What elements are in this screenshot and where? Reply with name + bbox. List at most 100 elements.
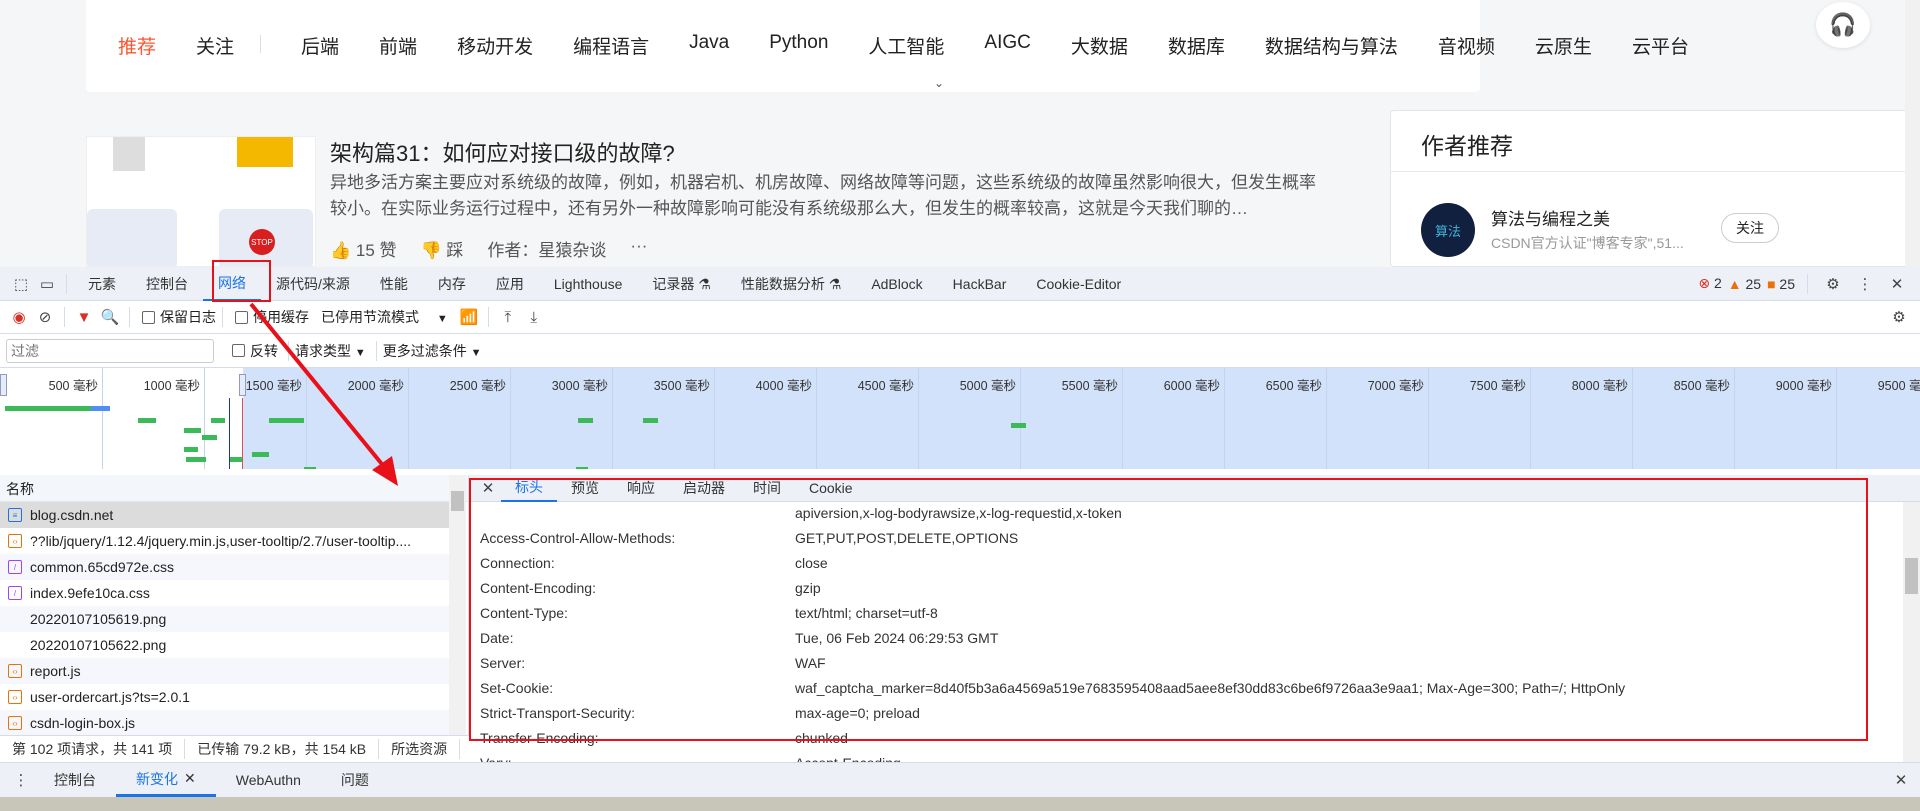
detail-tab-3[interactable]: 启动器	[669, 475, 739, 502]
avatar[interactable]: 算法	[1421, 203, 1475, 257]
tab-4[interactable]: 性能	[365, 267, 423, 301]
nav-item[interactable]: AIGC	[984, 32, 1030, 59]
dislike-button[interactable]: 👎 踩	[421, 236, 464, 261]
detail-scrollbar[interactable]	[1903, 502, 1920, 762]
nav-item[interactable]: 数据库	[1168, 32, 1225, 59]
invert-checkbox[interactable]	[232, 344, 245, 357]
customer-service-icon[interactable]: 🎧	[1816, 2, 1870, 48]
nav-item[interactable]: 云原生	[1535, 32, 1592, 59]
article-author[interactable]: 作者：星猿杂谈	[487, 236, 606, 261]
clear-icon[interactable]: ⊘	[32, 308, 58, 326]
detail-tab-5[interactable]: Cookie	[795, 475, 867, 502]
tab-5[interactable]: 内存	[423, 267, 481, 301]
search-icon[interactable]: 🔍	[97, 308, 123, 326]
throttle-select[interactable]: 已停用节流模式 ▼	[321, 307, 448, 327]
filter-icon[interactable]: ▼	[71, 309, 97, 326]
request-row[interactable]: 20220107105622.png	[0, 632, 450, 658]
nav-item[interactable]: 后端	[301, 32, 339, 59]
nav-item[interactable]: 推荐	[118, 32, 156, 59]
tab-8[interactable]: 记录器 ⚗	[637, 267, 725, 301]
tab-10[interactable]: AdBlock	[856, 267, 937, 301]
close-tab-icon[interactable]: ✕	[184, 770, 196, 787]
nav-item[interactable]: Java	[689, 32, 729, 59]
nav-item[interactable]: 关注	[196, 32, 234, 59]
request-row[interactable]: ‹› csdn-login-box.js	[0, 710, 450, 736]
author-description: CSDN官方认证"博客专家",51...	[1491, 235, 1684, 251]
filter-input[interactable]	[6, 338, 214, 363]
nav-item[interactable]: Python	[769, 32, 828, 59]
article-thumbnail[interactable]: STOP	[86, 136, 316, 267]
article-title[interactable]: 架构篇31：如何应对接口级的故障?	[330, 136, 675, 168]
divider	[487, 307, 489, 327]
error-count[interactable]: ⊗ 2	[1698, 275, 1721, 292]
request-row[interactable]: / common.65cd972e.css	[0, 554, 450, 580]
author-name[interactable]: 算法与编程之美	[1491, 205, 1610, 230]
warning-count[interactable]: ▲ 25	[1728, 276, 1761, 292]
drawer-tab-3[interactable]: 问题	[321, 764, 389, 797]
nav-item[interactable]: 大数据	[1071, 32, 1128, 59]
close-icon[interactable]: ✕	[1884, 275, 1910, 293]
divider	[260, 35, 262, 53]
request-row[interactable]: ‹› user-ordercart.js?ts=2.0.1	[0, 684, 450, 710]
more-filters-dropdown[interactable]: 更多过滤条件 ▼	[383, 341, 482, 361]
network-conditions-icon[interactable]: 📶	[456, 308, 482, 326]
article-card[interactable]: STOP 架构篇31：如何应对接口级的故障? 异地多活方案主要应对系统级的故障，…	[86, 116, 1336, 267]
settings-gear-icon[interactable]: ⚙	[1820, 275, 1846, 293]
nav-item[interactable]: 云平台	[1632, 32, 1689, 59]
detail-tab-0[interactable]: 标头	[501, 475, 557, 502]
export-har-icon[interactable]: ⤓	[521, 309, 547, 326]
tab-7[interactable]: Lighthouse	[539, 267, 638, 301]
detail-tab-2[interactable]: 响应	[613, 475, 669, 502]
tab-0[interactable]: 元素	[73, 267, 131, 301]
tab-3[interactable]: 源代码/来源	[261, 267, 365, 301]
more-vertical-icon[interactable]: ⋮	[1852, 275, 1878, 293]
drawer-tab-2[interactable]: WebAuthn	[216, 764, 321, 797]
issue-count[interactable]: ■ 25	[1767, 276, 1795, 292]
follow-button[interactable]: 关注	[1721, 213, 1779, 243]
detail-tab-1[interactable]: 预览	[557, 475, 613, 502]
request-row[interactable]: ‹› ??lib/jquery/1.12.4/jquery.min.js,user…	[0, 528, 450, 554]
timeline-tick-label: 7500 毫秒	[1469, 379, 1526, 393]
drawer-tab-1[interactable]: 新变化 ✕	[116, 764, 216, 797]
request-name: 20220107105622.png	[30, 637, 167, 653]
request-row[interactable]: 20220107105619.png	[0, 606, 450, 632]
close-drawer-icon[interactable]: ✕	[1888, 771, 1914, 789]
request-list-scrollbar[interactable]	[449, 475, 466, 735]
timeline-tick-label: 3000 毫秒	[551, 379, 608, 393]
nav-item[interactable]: 编程语言	[573, 32, 649, 59]
tab-11[interactable]: HackBar	[938, 267, 1022, 301]
disable-cache-checkbox[interactable]	[235, 310, 248, 324]
request-row[interactable]: ≡ blog.csdn.net	[0, 502, 450, 528]
device-toolbar-icon[interactable]: ▭	[34, 275, 60, 293]
request-row[interactable]: ‹› report.js	[0, 658, 450, 684]
tab-12[interactable]: Cookie-Editor	[1021, 267, 1136, 301]
drawer-tab-label: 问题	[340, 772, 369, 788]
network-settings-icon[interactable]: ⚙	[1886, 308, 1912, 326]
drawer-tab-0[interactable]: 控制台	[34, 764, 116, 797]
nav-item[interactable]: 移动开发	[457, 32, 533, 59]
nav-item[interactable]: 人工智能	[868, 32, 944, 59]
tab-9[interactable]: 性能数据分析 ⚗	[726, 267, 856, 301]
close-detail-icon[interactable]: ✕	[475, 479, 501, 497]
page-scrollbar[interactable]	[1905, 0, 1920, 267]
like-button[interactable]: 👍 15 赞	[330, 236, 397, 261]
preserve-log-checkbox[interactable]	[142, 310, 155, 324]
tab-6[interactable]: 应用	[481, 267, 539, 301]
record-stop-icon[interactable]: ◉	[6, 308, 32, 326]
nav-item[interactable]: 音视频	[1438, 32, 1495, 59]
request-row[interactable]: / index.9efe10ca.css	[0, 580, 450, 606]
nav-item[interactable]: 前端	[379, 32, 417, 59]
network-overview-timeline[interactable]: 500 毫秒 1000 毫秒 1500 毫秒 2000 毫秒 2500 毫秒 3000 毫…	[0, 367, 1920, 469]
devtools-tab-bar: ⬚ ▭ 元素 控制台 网络 源代码/来源 性能 内存 应用 Lighthouse 记录器 ⚗ 性能…	[0, 267, 1920, 301]
import-har-icon[interactable]: ⤒	[495, 309, 521, 326]
more-icon[interactable]: ···	[630, 236, 647, 261]
tab-1[interactable]: 控制台	[131, 267, 203, 301]
nav-item[interactable]: 数据结构与算法	[1265, 32, 1398, 59]
tab-2[interactable]: 网络	[203, 267, 261, 301]
expand-chevron-icon[interactable]: ⌄	[934, 76, 944, 90]
drawer-menu-icon[interactable]: ⋮	[8, 771, 34, 789]
inspect-element-icon[interactable]: ⬚	[8, 275, 34, 293]
detail-tab-4[interactable]: 时间	[739, 475, 795, 502]
request-types-dropdown[interactable]: 请求类型 ▼	[295, 341, 366, 361]
name-column-header[interactable]: 名称	[0, 475, 468, 502]
